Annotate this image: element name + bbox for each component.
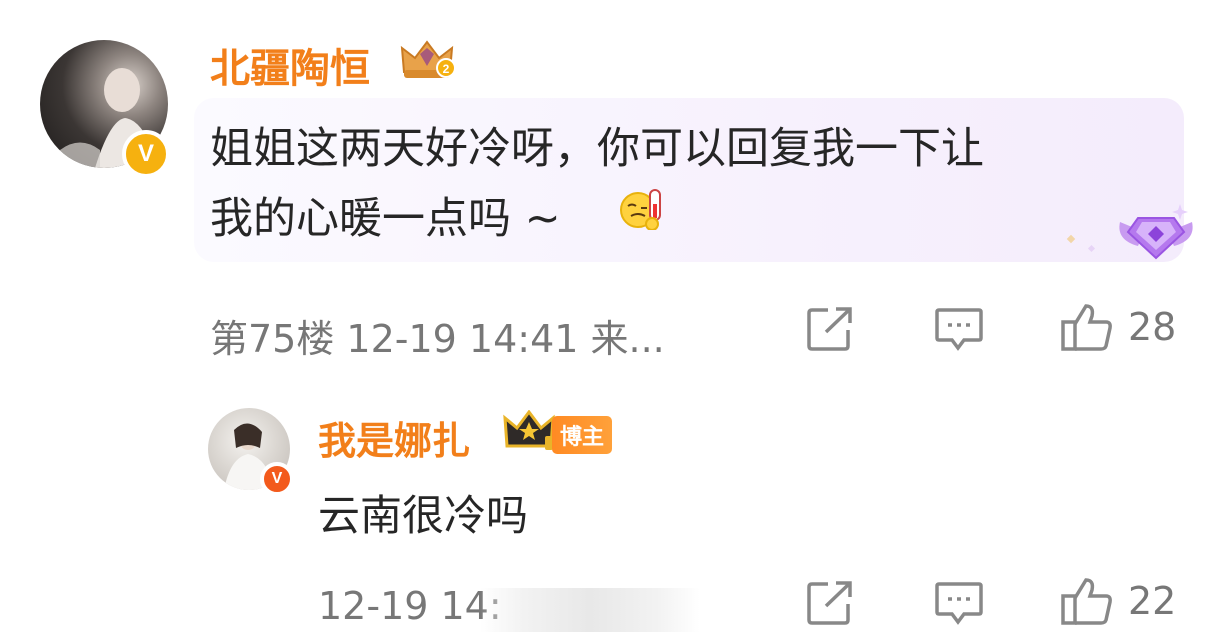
thumbs-up-icon [1061, 304, 1112, 351]
thumbs-up-icon [1061, 578, 1112, 625]
like-count: 22 [1128, 579, 1177, 623]
reply-avatar[interactable]: V [208, 408, 294, 496]
share-button[interactable] [806, 580, 854, 626]
commenter-avatar[interactable]: V [40, 40, 172, 178]
commenter-name[interactable]: 北疆陶恒 [210, 36, 370, 94]
reply-meta: 12-19 14: [318, 584, 502, 628]
like-count: 28 [1128, 305, 1177, 349]
svg-text:2: 2 [443, 62, 450, 76]
like-button[interactable]: 22 [1060, 576, 1176, 626]
author-tag-badge: 博主 [552, 416, 613, 454]
share-icon [807, 307, 852, 351]
verified-badge-icon: V [122, 130, 170, 178]
comment-text-line: 我的心暖一点吗 ~ [210, 194, 561, 244]
sparkle-decoration [1087, 244, 1096, 253]
share-icon [807, 581, 852, 625]
comment-icon [935, 582, 983, 625]
share-button[interactable] [806, 306, 854, 352]
mosaic-overlay [480, 588, 700, 632]
crown-icon [503, 409, 555, 452]
like-button[interactable]: 28 [1060, 302, 1176, 352]
crown-level-icon: 2 [398, 38, 456, 80]
cold-emoji-icon [616, 186, 670, 231]
comment-text-line: 姐姐这两天好冷呀，你可以回复我一下让 [210, 124, 984, 174]
fan-diamond-badge-icon [1114, 196, 1198, 266]
verified-badge-icon: V [260, 462, 294, 496]
reply-text: 云南很冷吗 [318, 491, 529, 540]
reply-author-name[interactable]: 我是娜扎 [318, 410, 470, 465]
comment-icon [935, 308, 983, 351]
comment-meta: 第75楼 12-19 14:41 来... [210, 317, 665, 361]
sparkle-decoration [1066, 234, 1076, 244]
reply-button[interactable] [934, 306, 984, 352]
reply-button[interactable] [934, 580, 984, 626]
